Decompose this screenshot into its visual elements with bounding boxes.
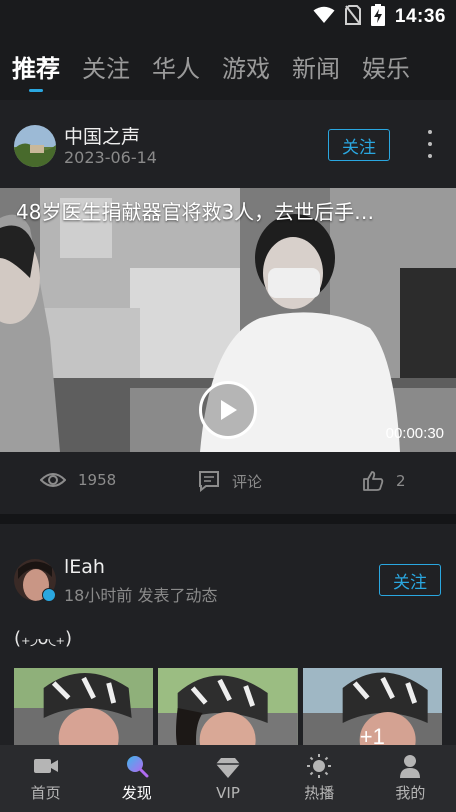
tab-label: 游戏 xyxy=(222,54,270,83)
nav-profile[interactable]: 我的 xyxy=(365,745,456,812)
nav-hot[interactable]: 热播 xyxy=(274,745,365,812)
play-icon xyxy=(221,400,237,420)
tab-follow[interactable]: 关注 xyxy=(82,42,130,90)
video-duration: 00:00:30 xyxy=(385,425,444,442)
video-player[interactable]: 48岁医生捐献器官将救3人，去世后手… 00:00:30 xyxy=(0,188,456,452)
tab-label: 华人 xyxy=(152,54,200,83)
nav-home[interactable]: 首页 xyxy=(0,745,91,812)
thumbs-up-icon xyxy=(363,471,384,491)
battery-charging-icon xyxy=(370,4,385,30)
active-tab-indicator xyxy=(29,89,43,92)
no-sim-icon xyxy=(344,5,361,29)
wifi-icon xyxy=(313,6,335,28)
sun-icon xyxy=(306,754,332,778)
video-title[interactable]: 48岁医生捐献器官将救3人，去世后手… xyxy=(16,196,426,225)
tab-games[interactable]: 游戏 xyxy=(222,42,270,90)
play-button[interactable] xyxy=(199,381,257,439)
tab-label: 推荐 xyxy=(12,54,60,83)
likes-value: 2 xyxy=(396,472,406,490)
video-camera-icon xyxy=(33,754,59,778)
follow-button[interactable]: 关注 xyxy=(328,129,390,161)
post-header: lEah 18小时前 发表了动态 关注 xyxy=(14,554,444,605)
more-options-icon[interactable] xyxy=(420,126,440,162)
clock-time: 14:36 xyxy=(394,6,446,27)
comment-label: 评论 xyxy=(232,472,263,491)
post-image[interactable] xyxy=(14,668,154,745)
post-meta: 18小时前 发表了动态 xyxy=(64,586,218,605)
discover-search-icon xyxy=(124,754,150,778)
tab-label: 关注 xyxy=(82,54,130,83)
image-post-card[interactable]: lEah 18小时前 发表了动态 关注 (₊◞ᴗ◟₊) +1 xyxy=(0,524,456,745)
tab-entertainment[interactable]: 娱乐 xyxy=(362,42,410,90)
nav-label: 发现 xyxy=(121,784,152,802)
nav-label: 首页 xyxy=(30,784,61,802)
image-grid: +1 xyxy=(14,668,442,745)
tab-recommend[interactable]: 推荐 xyxy=(12,42,60,92)
views-count: 1958 xyxy=(40,470,116,490)
nav-label: 热播 xyxy=(304,784,335,802)
diamond-icon xyxy=(215,756,241,780)
tab-label: 娱乐 xyxy=(362,54,410,83)
nav-discover[interactable]: 发现 xyxy=(91,745,182,812)
follow-button[interactable]: 关注 xyxy=(379,564,441,596)
eye-icon xyxy=(40,473,66,487)
post-header: 中国之声 2023-06-14 关注 xyxy=(14,120,444,170)
user-icon xyxy=(397,754,423,778)
avatar[interactable] xyxy=(14,125,56,167)
more-images-count: +1 xyxy=(359,724,385,745)
like-button[interactable]: 2 xyxy=(362,470,406,492)
comment-icon xyxy=(199,471,219,492)
nav-label: VIP xyxy=(216,783,240,802)
verified-badge-icon xyxy=(42,588,56,602)
post-image[interactable] xyxy=(158,668,298,745)
author-name[interactable]: lEah xyxy=(64,556,105,578)
views-value: 1958 xyxy=(78,471,117,489)
post-text: (₊◞ᴗ◟₊) xyxy=(14,628,72,649)
category-tabs: 推荐 关注 华人 游戏 新闻 娱乐 xyxy=(0,38,456,94)
tab-label: 新闻 xyxy=(292,54,340,83)
post-date: 2023-06-14 xyxy=(64,148,157,167)
nav-label: 我的 xyxy=(395,784,426,802)
video-post-card[interactable]: 中国之声 2023-06-14 关注 48岁医生捐献器官将救3人，去世后手… 0… xyxy=(0,100,456,514)
feed[interactable]: 中国之声 2023-06-14 关注 48岁医生捐献器官将救3人，去世后手… 0… xyxy=(0,100,456,745)
comment-button[interactable]: 评论 xyxy=(198,470,262,492)
nav-vip[interactable]: VIP xyxy=(182,745,273,812)
tab-news[interactable]: 新闻 xyxy=(292,42,340,90)
bottom-navigation: 首页 发现 VIP 热播 我的 xyxy=(0,745,456,812)
status-bar: 14:36 xyxy=(0,0,456,34)
card-divider xyxy=(0,514,456,524)
tab-chinese[interactable]: 华人 xyxy=(152,42,200,90)
author-name[interactable]: 中国之声 xyxy=(64,122,140,149)
post-image[interactable]: +1 xyxy=(302,668,442,745)
post-actions: 1958 评论 2 xyxy=(0,452,456,514)
